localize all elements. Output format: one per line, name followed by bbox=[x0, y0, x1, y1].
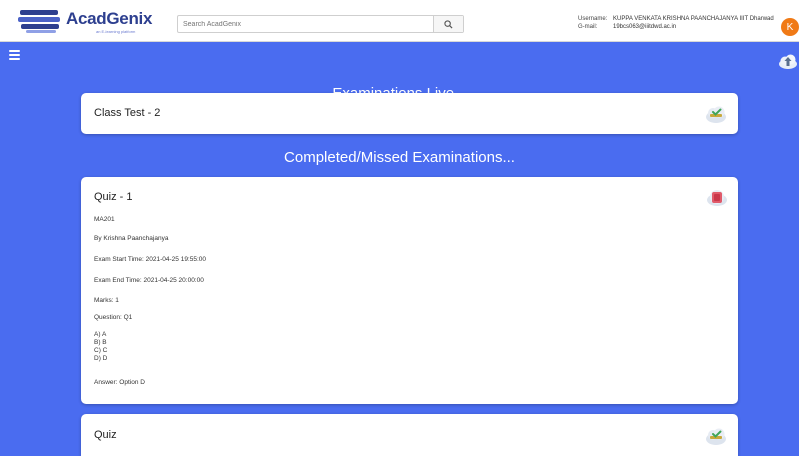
acadgenix-logo[interactable]: AcadGenix an E-learning platform bbox=[18, 6, 168, 38]
exam-live-icon bbox=[706, 428, 726, 445]
completed-section-title: Completed/Missed Examinations... bbox=[284, 149, 515, 166]
search-button[interactable] bbox=[433, 16, 463, 32]
exam-title: Quiz bbox=[94, 429, 117, 441]
option-d: D) D bbox=[94, 355, 108, 362]
search-bar bbox=[177, 15, 464, 33]
exam-card-quiz[interactable]: Quiz bbox=[81, 414, 738, 456]
upload-cloud-icon[interactable] bbox=[777, 50, 799, 72]
exam-answer: Answer: Option D bbox=[94, 379, 145, 386]
exam-course: MA201 bbox=[94, 216, 115, 223]
logo-icon bbox=[18, 10, 60, 33]
exam-options: A) A B) B C) C D) D bbox=[94, 331, 107, 363]
exam-marks: Marks: 1 bbox=[94, 297, 119, 304]
search-icon bbox=[444, 19, 453, 29]
exam-end-time: Exam End Time: 2021-04-25 20:00:00 bbox=[94, 277, 204, 284]
avatar[interactable]: K bbox=[781, 18, 799, 36]
option-c: C) C bbox=[94, 347, 108, 354]
exam-title: Class Test - 2 bbox=[94, 107, 161, 119]
exam-missed-icon bbox=[707, 190, 727, 206]
exam-title: Quiz - 1 bbox=[94, 191, 133, 203]
gmail-value: 19bcs063@iiitdwd.ac.in bbox=[613, 24, 677, 30]
exam-live-icon bbox=[706, 106, 726, 123]
exam-card-class-test-2[interactable]: Class Test - 2 bbox=[81, 93, 738, 134]
user-info: Username: KUPPA VENKATA KRISHNA PAANCHAJ… bbox=[578, 15, 774, 31]
option-a: A) A bbox=[94, 331, 107, 338]
option-b: B) B bbox=[94, 339, 107, 346]
logo-tagline: an E-learning platform bbox=[96, 29, 136, 34]
username-label: Username: bbox=[578, 16, 608, 22]
exam-start-time: Exam Start Time: 2021-04-25 19:55:00 bbox=[94, 256, 207, 263]
logo-text: AcadGenix bbox=[66, 9, 153, 28]
gmail-label: G-mail: bbox=[578, 24, 598, 30]
exam-card-quiz-1[interactable]: Quiz - 1 MA201 By Krishna Paanchajanya E… bbox=[81, 177, 738, 404]
menu-icon[interactable] bbox=[9, 50, 22, 60]
exam-author: By Krishna Paanchajanya bbox=[94, 235, 169, 242]
username-value: KUPPA VENKATA KRISHNA PAANCHAJANYA IIIT … bbox=[613, 16, 774, 22]
exam-question: Question: Q1 bbox=[94, 314, 133, 321]
search-input[interactable] bbox=[178, 16, 433, 32]
top-header: AcadGenix an E-learning platform Usernam… bbox=[0, 0, 799, 42]
